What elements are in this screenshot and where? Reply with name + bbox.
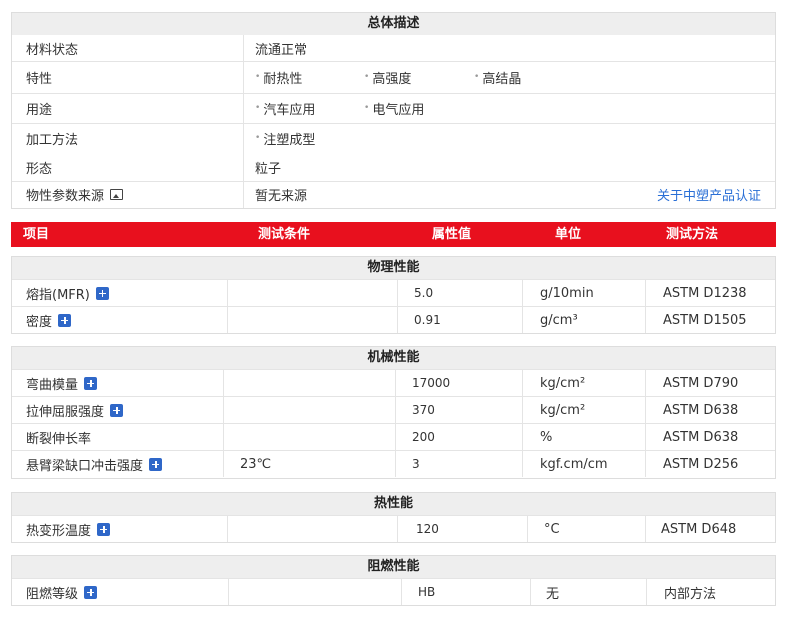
section-thermal: 热性能 热变形温度 120 °C ASTM D648 xyxy=(11,492,776,543)
table-row: 弯曲模量 17000 kg/cm² ASTM D790 xyxy=(12,369,775,396)
property-name: 悬臂梁缺口冲击强度 xyxy=(26,451,163,477)
unit: g/cm³ xyxy=(540,312,578,328)
processing-tag[interactable]: 注塑成型 xyxy=(255,123,315,153)
overview-title: 总体描述 xyxy=(12,13,775,35)
image-icon[interactable] xyxy=(110,189,124,200)
table-row: 密度 0.91 g/cm³ ASTM D1505 xyxy=(12,306,775,333)
unit: g/10min xyxy=(540,285,594,301)
row-value: 暂无来源 xyxy=(255,189,308,204)
property-value: 200 xyxy=(412,430,435,444)
table-row: 悬臂梁缺口冲击强度 23℃ 3 kgf.cm/cm ASTM D256 xyxy=(12,450,775,477)
row-label: 物性参数来源 xyxy=(26,181,124,208)
column-header: 项目 测试条件 属性值 单位 测试方法 xyxy=(11,222,776,247)
use-tag[interactable]: 电气应用 xyxy=(364,93,424,123)
property-value: 120 xyxy=(416,522,439,536)
row-label: 材料状态 xyxy=(26,42,79,58)
row-label: 特性 xyxy=(26,71,53,87)
section-mechanical: 机械性能 弯曲模量 17000 kg/cm² ASTM D790 拉伸屈服强度 … xyxy=(11,346,776,479)
property-name: 拉伸屈服强度 xyxy=(26,397,124,423)
use-tag[interactable]: 汽车应用 xyxy=(255,93,315,123)
expand-plus-icon[interactable] xyxy=(95,286,109,300)
property-value: 370 xyxy=(412,403,435,417)
expand-plus-icon[interactable] xyxy=(110,403,124,417)
property-name: 密度 xyxy=(26,307,72,333)
col-method: 测试方法 xyxy=(666,227,719,242)
row-label: 形态 xyxy=(26,161,53,177)
unit: 无 xyxy=(546,586,560,602)
unit: kgf.cm/cm xyxy=(540,456,608,472)
property-value: 0.91 xyxy=(414,313,441,327)
property-name: 热变形温度 xyxy=(26,516,111,542)
test-method: ASTM D256 xyxy=(663,456,739,472)
table-row: 拉伸屈服强度 370 kg/cm² ASTM D638 xyxy=(12,396,775,423)
row-label: 加工方法 xyxy=(26,132,79,148)
property-name: 熔指(MFR) xyxy=(26,280,109,306)
col-item: 项目 xyxy=(23,227,50,242)
table-row: 阻燃等级 HB 无 内部方法 xyxy=(12,578,775,605)
test-method: 内部方法 xyxy=(664,586,717,602)
test-method: ASTM D1505 xyxy=(663,312,747,328)
overview-row-source: 物性参数来源 暂无来源 关于中塑产品认证 xyxy=(12,181,775,208)
expand-plus-icon[interactable] xyxy=(97,522,111,536)
property-name: 断裂伸长率 xyxy=(26,431,92,447)
test-method: ASTM D1238 xyxy=(663,285,747,301)
overview-row-processing: 加工方法 注塑成型 xyxy=(12,123,775,153)
property-name: 阻燃等级 xyxy=(26,579,98,605)
overview-row-uses: 用途 汽车应用 电气应用 xyxy=(12,93,775,123)
unit: % xyxy=(540,429,553,445)
section-physical: 物理性能 熔指(MFR) 5.0 g/10min ASTM D1238 密度 0… xyxy=(11,256,776,334)
table-row: 断裂伸长率 200 % ASTM D638 xyxy=(12,423,775,450)
col-unit: 单位 xyxy=(555,227,582,242)
property-name: 弯曲模量 xyxy=(26,370,98,396)
table-row: 熔指(MFR) 5.0 g/10min ASTM D1238 xyxy=(12,279,775,306)
unit: °C xyxy=(544,521,560,537)
test-condition: 23℃ xyxy=(240,456,272,472)
row-label: 用途 xyxy=(26,102,53,118)
section-flame: 阻燃性能 阻燃等级 HB 无 内部方法 xyxy=(11,555,776,606)
property-value: 5.0 xyxy=(414,286,434,300)
test-method: ASTM D790 xyxy=(663,375,739,391)
overview-panel: 总体描述 材料状态 流通正常 特性 耐热性 高强度 高结晶 用途 汽车应用 电气… xyxy=(11,12,776,209)
col-value: 属性值 xyxy=(432,227,472,242)
overview-row-form: 形态 粒子 xyxy=(12,153,775,181)
test-method: ASTM D638 xyxy=(663,429,739,445)
expand-plus-icon[interactable] xyxy=(58,313,72,327)
col-condition: 测试条件 xyxy=(258,227,311,242)
feature-tag[interactable]: 高强度 xyxy=(364,61,411,93)
section-title: 阻燃性能 xyxy=(12,556,775,578)
table-row: 热变形温度 120 °C ASTM D648 xyxy=(12,515,775,542)
overview-row-features: 特性 耐热性 高强度 高结晶 xyxy=(12,61,775,93)
property-value: HB xyxy=(418,585,436,599)
unit: kg/cm² xyxy=(540,375,586,391)
certification-link[interactable]: 关于中塑产品认证 xyxy=(657,181,761,208)
feature-tag[interactable]: 耐热性 xyxy=(255,61,302,93)
expand-plus-icon[interactable] xyxy=(149,457,163,471)
feature-tag[interactable]: 高结晶 xyxy=(474,61,521,93)
section-title: 机械性能 xyxy=(12,347,775,369)
expand-plus-icon[interactable] xyxy=(84,585,98,599)
unit: kg/cm² xyxy=(540,402,586,418)
test-method: ASTM D648 xyxy=(661,521,737,537)
expand-plus-icon[interactable] xyxy=(84,376,98,390)
section-title: 物理性能 xyxy=(12,257,775,279)
section-title: 热性能 xyxy=(12,493,775,515)
row-value: 流通正常 xyxy=(255,42,308,58)
overview-row-status: 材料状态 流通正常 xyxy=(12,35,775,61)
property-value: 3 xyxy=(412,457,420,471)
property-value: 17000 xyxy=(412,376,451,390)
row-value: 粒子 xyxy=(255,161,282,177)
test-method: ASTM D638 xyxy=(663,402,739,418)
